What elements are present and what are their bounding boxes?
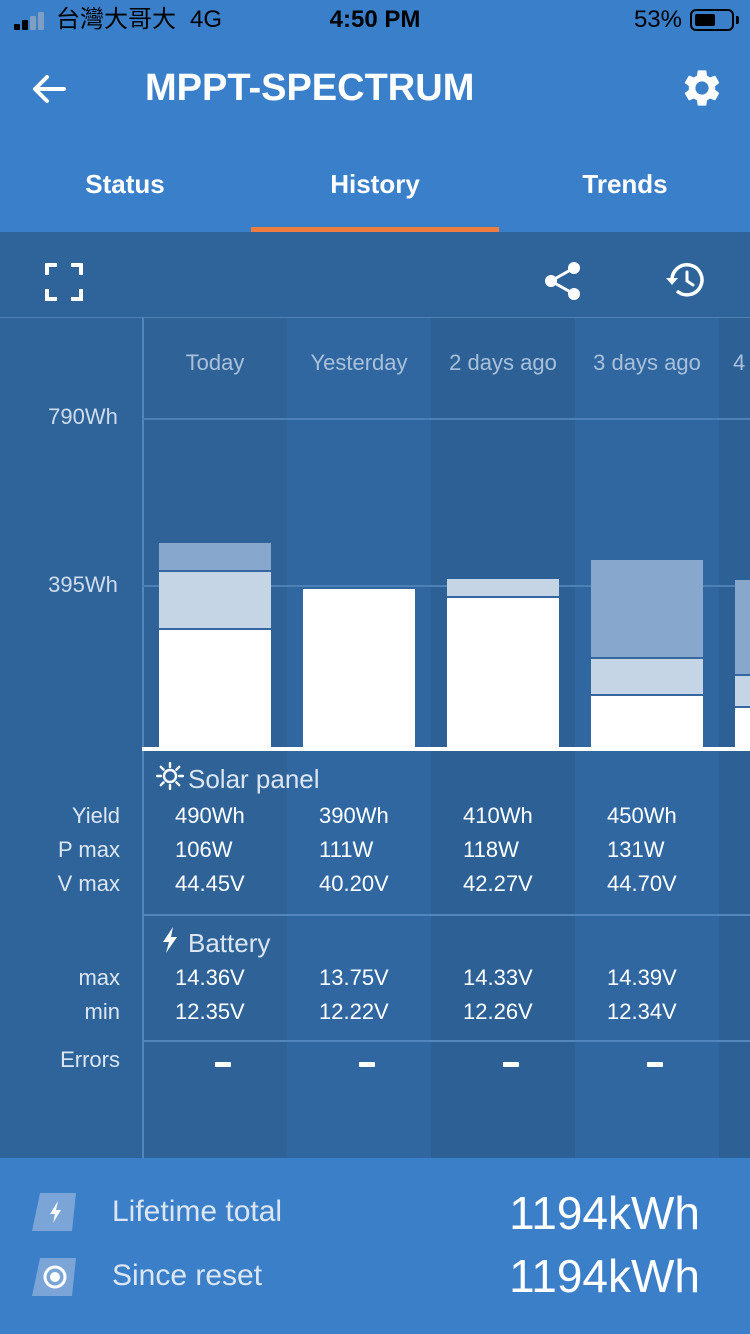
page-title: MPPT-SPECTRUM <box>145 67 475 109</box>
vmax-value: 44.70V <box>607 871 677 896</box>
share-button[interactable] <box>542 260 584 302</box>
error-none-dash <box>359 1062 375 1067</box>
row-label-min: min <box>84 999 120 1024</box>
lifetime-total-value: 1194kWh <box>509 1187 700 1239</box>
vmax-value: 40.20V <box>319 871 389 896</box>
bar-4days-float <box>735 708 750 747</box>
row-label-errors: Errors <box>60 1047 120 1072</box>
sun-icon <box>156 762 184 790</box>
battery-min-value: 12.26V <box>463 999 533 1024</box>
battery-min-value: 12.35V <box>175 999 245 1024</box>
yield-value: 410Wh <box>463 803 533 828</box>
battery-max-value: 14.36V <box>175 965 245 990</box>
battery-min-value: 12.22V <box>319 999 389 1024</box>
chart-toolbar <box>0 232 750 318</box>
error-none-dash <box>215 1062 231 1067</box>
gear-icon <box>684 70 720 106</box>
row-label-yield: Yield <box>71 803 120 828</box>
chart-baseline <box>142 747 750 751</box>
history-button[interactable] <box>664 258 708 302</box>
vmax-value: 42.27V <box>463 871 533 896</box>
section-divider <box>142 914 750 916</box>
row-label-vmax: V max <box>57 871 120 896</box>
row-label-max: max <box>78 965 120 990</box>
pmax-value: 106W <box>175 837 233 862</box>
battery-max-value: 13.75V <box>319 965 389 990</box>
totals-footer <box>0 1158 750 1334</box>
bar-yesterday <box>303 589 415 747</box>
tab-history[interactable]: History <box>250 160 500 208</box>
since-reset-value: 1194kWh <box>509 1250 700 1302</box>
vmax-value: 44.45V <box>175 871 245 896</box>
error-none-dash <box>647 1062 663 1067</box>
pmax-value: 118W <box>463 837 519 862</box>
lightning-icon <box>163 927 177 953</box>
tab-status[interactable]: Status <box>0 160 250 208</box>
day-label-yesterday: Yesterday <box>310 350 408 375</box>
yield-value: 390Wh <box>319 803 389 828</box>
yield-value: 450Wh <box>607 803 677 828</box>
row-label-pmax: P max <box>58 837 120 862</box>
tab-trends[interactable]: Trends <box>500 160 750 208</box>
lightning-badge-icon <box>32 1193 76 1231</box>
bar-3days-absorption <box>591 659 703 694</box>
solar-panel-heading: Solar panel <box>188 764 320 794</box>
y-label-395: 395Wh <box>48 572 118 597</box>
back-button[interactable] <box>28 68 70 110</box>
battery-percent: 53% <box>633 6 682 33</box>
bar-today-bulk <box>159 543 271 570</box>
error-none-dash <box>503 1062 519 1067</box>
share-icon <box>545 262 580 300</box>
fullscreen-icon <box>45 263 83 301</box>
fullscreen-button[interactable] <box>44 262 84 302</box>
since-reset-label: Since reset <box>112 1259 263 1292</box>
history-icon <box>666 263 704 297</box>
bar-2days-absorption <box>447 579 559 596</box>
bar-today-absorption <box>159 572 271 628</box>
bar-2days-float <box>447 598 559 747</box>
bar-today-float <box>159 630 271 747</box>
day-label-today: Today <box>185 350 245 375</box>
battery-icon <box>690 9 734 31</box>
bar-3days-bulk <box>591 560 703 657</box>
pmax-value: 131W <box>607 837 665 862</box>
yield-value: 490Wh <box>175 803 245 828</box>
status-bar: 台灣大哥大 4G 4:50 PM 53% <box>0 0 750 40</box>
battery-tip <box>736 16 739 24</box>
day-label-2days: 2 days ago <box>449 350 557 375</box>
section-divider <box>142 1040 750 1042</box>
day-label-4days: 4 <box>733 350 746 375</box>
axis-divider <box>142 318 144 1158</box>
pmax-value: 111W <box>319 837 374 862</box>
bar-3days-float <box>591 696 703 747</box>
settings-button[interactable] <box>680 66 724 110</box>
y-label-790: 790Wh <box>48 404 118 429</box>
battery-heading: Battery <box>188 928 271 958</box>
reset-badge-icon <box>32 1258 76 1296</box>
battery-min-value: 12.34V <box>607 999 677 1024</box>
battery-max-value: 14.39V <box>607 965 677 990</box>
lifetime-total-label: Lifetime total <box>112 1195 283 1228</box>
day-label-3days: 3 days ago <box>593 350 701 375</box>
battery-max-value: 14.33V <box>463 965 533 990</box>
gridline-790 <box>142 418 750 420</box>
bar-4days-absorption <box>735 676 750 706</box>
back-arrow-icon <box>33 75 66 103</box>
bar-4days-bulk <box>735 580 750 674</box>
